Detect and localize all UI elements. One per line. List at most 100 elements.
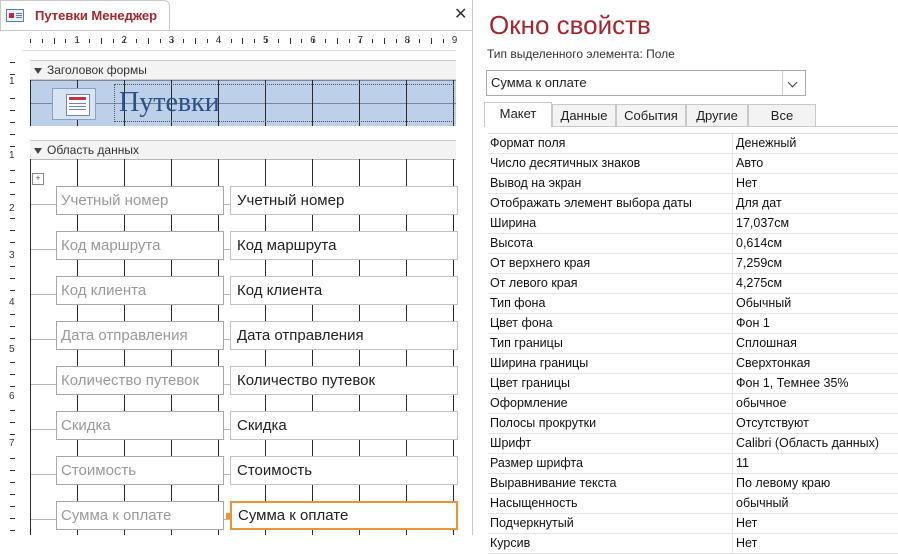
property-name: Подчеркнутый xyxy=(490,516,574,530)
property-value[interactable]: Сплошная xyxy=(732,334,898,353)
property-row[interactable]: Шрифт Calibri (Область данных) xyxy=(488,434,898,454)
property-value[interactable]: 7,259см xyxy=(732,254,898,273)
document-tab[interactable]: Путевки Менеджер xyxy=(0,0,170,30)
ruler-number: 6 xyxy=(9,391,15,402)
band-arrow-icon xyxy=(34,68,42,74)
ruler-tick xyxy=(77,39,79,43)
label-summa-k-oplate[interactable]: Сумма к оплате xyxy=(56,501,224,530)
form-designer: Путевки Менеджер ✕ 123456789 1 1 2 3 4 5 6 7 За… xyxy=(0,0,472,535)
property-value[interactable]: По левому краю xyxy=(732,474,898,493)
property-value[interactable]: Фон 1 xyxy=(732,314,898,333)
ruler-tick xyxy=(10,134,15,135)
form-header-band[interactable]: Заголовок формы xyxy=(30,60,456,80)
property-name: Насыщенность xyxy=(490,496,578,510)
property-value[interactable]: Нет xyxy=(732,514,898,533)
property-row[interactable]: Отображать элемент выбора даты Для дат xyxy=(488,194,898,214)
property-row[interactable]: Цвет фона Фон 1 xyxy=(488,314,898,334)
field-uchetny-nomer[interactable]: Учетный номер xyxy=(230,186,458,215)
property-value[interactable]: Фон 1, Темнее 35% xyxy=(732,374,898,393)
form-header-band-label: Заголовок формы xyxy=(47,63,147,77)
property-row[interactable]: Высота 0,614см xyxy=(488,234,898,254)
pane-splitter[interactable] xyxy=(472,0,473,535)
field-skidka[interactable]: Скидка xyxy=(230,411,458,440)
property-row[interactable]: Выравнивание текста По левому краю xyxy=(488,474,898,494)
ruler-number: 2 xyxy=(9,203,15,214)
property-value[interactable]: Calibri (Область данных) xyxy=(732,434,898,453)
field-kolichestvo-putevok[interactable]: Количество путевок xyxy=(230,366,458,395)
ruler-tick xyxy=(443,39,444,43)
ruler-tick xyxy=(395,39,397,43)
property-row[interactable]: Вывод на экран Нет xyxy=(488,174,898,194)
label-data-otpravleniya[interactable]: Дата отправления xyxy=(56,321,224,350)
horizontal-ruler: 123456789 xyxy=(22,32,457,51)
tab-drugie[interactable]: Другие xyxy=(686,104,748,126)
property-value[interactable]: Обычный xyxy=(732,294,898,313)
tab-vse[interactable]: Все xyxy=(748,104,816,126)
ruler-tick xyxy=(65,39,67,43)
ruler-number: 5 xyxy=(9,344,15,355)
ruler-tick xyxy=(372,39,374,43)
ruler-tick xyxy=(407,39,409,43)
label-stoimost[interactable]: Стоимость xyxy=(56,456,224,485)
ruler-tick xyxy=(10,218,15,219)
property-value[interactable]: Авто xyxy=(732,154,898,173)
form-title-label[interactable]: Путевки xyxy=(114,84,454,122)
field-summa-k-oplate[interactable]: Сумма к оплате xyxy=(230,501,458,530)
property-value[interactable]: Нет xyxy=(732,534,898,553)
property-tabs: Макет Данные События Другие Все xyxy=(484,102,898,127)
chevron-down-icon[interactable] xyxy=(782,71,805,95)
property-value[interactable]: обычный xyxy=(732,494,898,513)
tab-dannye[interactable]: Данные xyxy=(552,104,616,126)
ruler-tick xyxy=(53,38,55,44)
tab-maket[interactable]: Макет xyxy=(484,102,552,127)
property-name: Полосы прокрутки xyxy=(490,416,597,430)
label-kolichestvo-putevok[interactable]: Количество путевок xyxy=(56,366,224,395)
property-row[interactable]: Оформление обычное xyxy=(488,394,898,414)
form-logo[interactable] xyxy=(52,88,96,120)
property-row[interactable]: Ширина границы Сверхтонкая xyxy=(488,354,898,374)
label-kod-klienta[interactable]: Код клиента xyxy=(56,276,224,305)
property-value[interactable]: Сверхтонкая xyxy=(732,354,898,373)
selection-move-handle[interactable] xyxy=(226,513,232,519)
tab-sobytiya[interactable]: События xyxy=(616,104,686,126)
property-name: Формат поля xyxy=(490,136,566,150)
label-kod-marshruta[interactable]: Код маршрута xyxy=(56,231,224,260)
label-skidka[interactable]: Скидка xyxy=(56,411,224,440)
property-value[interactable]: Для дат xyxy=(732,194,898,213)
ruler-tick xyxy=(218,39,220,43)
ruler-number: 1 xyxy=(9,76,15,87)
label-uchetny-nomer[interactable]: Учетный номер xyxy=(56,186,224,215)
property-row[interactable]: От верхнего края 7,259см xyxy=(488,254,898,274)
property-value[interactable]: обычное xyxy=(732,394,898,413)
detail-band[interactable]: Область данных xyxy=(30,140,456,160)
property-row[interactable]: Цвет границы Фон 1, Темнее 35% xyxy=(488,374,898,394)
layout-selector-icon[interactable]: + xyxy=(32,173,44,185)
property-row[interactable]: Курсив Нет xyxy=(488,534,898,554)
property-row[interactable]: Насыщенность обычный xyxy=(488,494,898,514)
property-value[interactable]: 11 xyxy=(732,454,898,473)
property-value[interactable]: Денежный xyxy=(732,134,898,153)
property-row[interactable]: Размер шрифта 11 xyxy=(488,454,898,474)
property-row[interactable]: Тип границы Сплошная xyxy=(488,334,898,354)
object-selector-dropdown[interactable]: Сумма к оплате xyxy=(486,70,806,96)
property-value[interactable]: Нет xyxy=(732,174,898,193)
field-kod-klienta[interactable]: Код клиента xyxy=(230,276,458,305)
field-data-otpravleniya[interactable]: Дата отправления xyxy=(230,321,458,350)
ruler-tick xyxy=(10,470,15,471)
property-row[interactable]: Число десятичных знаков Авто xyxy=(488,154,898,174)
field-stoimost[interactable]: Стоимость xyxy=(230,456,458,485)
property-row[interactable]: Подчеркнутый Нет xyxy=(488,514,898,534)
property-sheet: Окно свойств Тип выделенного элемента: П… xyxy=(474,0,898,554)
property-value[interactable]: 0,614см xyxy=(732,234,898,253)
property-row[interactable]: От левого края 4,275см xyxy=(488,274,898,294)
property-value[interactable]: 17,037см xyxy=(732,214,898,233)
property-row[interactable]: Полосы прокрутки Отсутствуют xyxy=(488,414,898,434)
property-row[interactable]: Ширина 17,037см xyxy=(488,214,898,234)
property-row[interactable]: Формат поля Денежный xyxy=(488,134,898,154)
ruler-tick xyxy=(30,39,31,43)
property-value[interactable]: Отсутствуют xyxy=(732,414,898,433)
property-row[interactable]: Тип фона Обычный xyxy=(488,294,898,314)
close-icon[interactable]: ✕ xyxy=(454,4,467,24)
field-kod-marshruta[interactable]: Код маршрута xyxy=(230,231,458,260)
property-value[interactable]: 4,275см xyxy=(732,274,898,293)
